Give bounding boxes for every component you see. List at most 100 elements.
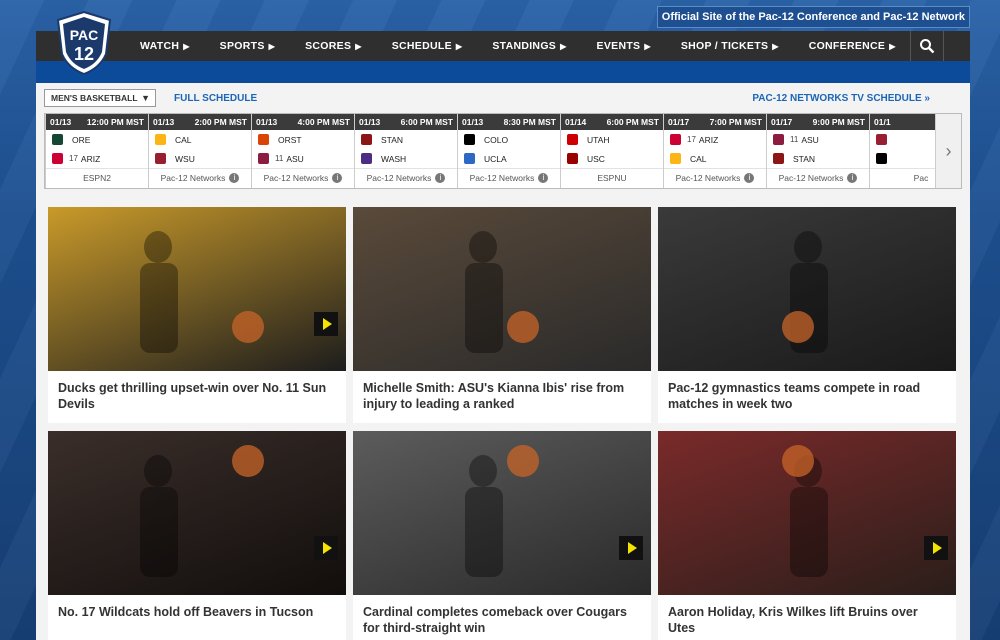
nav-item-sports[interactable]: SPORTS ▶ bbox=[202, 31, 287, 61]
team-row: 17 ARIZ bbox=[46, 149, 148, 168]
team-row: WSU bbox=[149, 149, 251, 168]
news-card-photo[interactable] bbox=[353, 207, 651, 371]
news-card[interactable]: No. 17 Wildcats hold off Beavers in Tucs… bbox=[48, 431, 346, 640]
team-row: ORE bbox=[46, 130, 148, 149]
team-logo-icon bbox=[52, 134, 63, 145]
team-name: CAL bbox=[690, 153, 707, 164]
team-row: UCLA bbox=[458, 149, 560, 168]
team-logo-icon bbox=[464, 134, 475, 145]
play-video-icon[interactable] bbox=[314, 312, 338, 336]
news-card-headline[interactable]: Michelle Smith: ASU's Kianna Ibis' rise … bbox=[353, 371, 651, 423]
play-video-icon[interactable] bbox=[924, 536, 948, 560]
news-card[interactable]: Michelle Smith: ASU's Kianna Ibis' rise … bbox=[353, 207, 651, 423]
news-card-headline[interactable]: Aaron Holiday, Kris Wilkes lift Bruins o… bbox=[658, 595, 956, 640]
news-card[interactable]: Pac-12 gymnastics teams compete in road … bbox=[658, 207, 956, 423]
nav-item-schedule[interactable]: SCHEDULE ▶ bbox=[374, 31, 475, 61]
team-name: WSU bbox=[175, 153, 195, 164]
team-logo-icon bbox=[155, 153, 166, 164]
team-logo-icon bbox=[876, 153, 887, 164]
play-video-icon[interactable] bbox=[619, 536, 643, 560]
news-card[interactable]: Aaron Holiday, Kris Wilkes lift Bruins o… bbox=[658, 431, 956, 640]
caret-right-icon: ▶ bbox=[772, 41, 779, 51]
team-name: USC bbox=[587, 153, 605, 164]
search-button[interactable] bbox=[909, 31, 944, 61]
news-card[interactable]: Ducks get thrilling upset-win over No. 1… bbox=[48, 207, 346, 423]
scoreboard-strip: 01/13 12:00 PM MST ORE 17 ARIZ ESPN2 01/13 2:00… bbox=[44, 113, 962, 189]
nav-item-scores[interactable]: SCORES ▶ bbox=[287, 31, 374, 61]
team-logo-icon bbox=[773, 134, 784, 145]
team-row: CAL bbox=[149, 130, 251, 149]
game-date: 01/13 bbox=[462, 117, 484, 127]
team-row: ORST bbox=[252, 130, 354, 149]
info-icon[interactable]: i bbox=[538, 172, 549, 183]
team-name: STAN bbox=[793, 153, 816, 164]
game-header: 01/13 2:00 PM MST bbox=[149, 114, 251, 130]
photo-silhouette bbox=[782, 231, 828, 353]
game-card[interactable]: 01/13 6:00 PM MST STAN WASH Pac-12 Networks i bbox=[355, 114, 458, 188]
sport-select[interactable]: MEN'S BASKETBALL ▼ bbox=[44, 89, 156, 107]
game-time: 4:00 PM MST bbox=[297, 117, 350, 127]
news-card-photo[interactable] bbox=[658, 431, 956, 595]
team-logo-icon bbox=[670, 134, 681, 145]
game-time: 9:00 PM MST bbox=[812, 117, 865, 127]
game-card[interactable]: 01/17 9:00 PM MST 11 ASU STAN Pac-12 Networks… bbox=[767, 114, 870, 188]
game-time: 2:00 PM MST bbox=[194, 117, 247, 127]
news-card-photo[interactable] bbox=[658, 207, 956, 371]
official-site-link[interactable]: Official Site of the Pac-12 Conference a… bbox=[656, 6, 970, 28]
team-logo-icon bbox=[670, 153, 681, 164]
network-label: Pac-12 Networks bbox=[469, 172, 535, 183]
nav-item-label: EVENTS bbox=[596, 40, 641, 52]
game-card[interactable]: 01/13 8:30 PM MST COLO UCLA Pac-12 Networks i bbox=[458, 114, 561, 188]
nav-item-label: SHOP / TICKETS bbox=[680, 40, 769, 52]
chevron-right-icon[interactable]: › bbox=[935, 114, 961, 188]
nav-item-shop-tickets[interactable]: SHOP / TICKETS ▶ bbox=[663, 31, 791, 61]
broadcast-network: ESPN2 bbox=[46, 168, 148, 186]
game-date: 01/14 bbox=[565, 117, 587, 127]
team-row: COLO bbox=[458, 130, 560, 149]
team-logo-icon bbox=[567, 153, 578, 164]
game-card[interactable]: 01/13 4:00 PM MST ORST 11 ASU Pac-12 Networks… bbox=[252, 114, 355, 188]
network-label: ESPNU bbox=[597, 172, 627, 183]
news-card-photo[interactable] bbox=[353, 431, 651, 595]
play-video-icon[interactable] bbox=[314, 536, 338, 560]
news-card-headline[interactable]: Pac-12 gymnastics teams compete in road … bbox=[658, 371, 956, 423]
game-card[interactable]: 01/17 7:00 PM MST 17 ARIZ CAL Pac-12 Networks… bbox=[664, 114, 767, 188]
info-icon[interactable]: i bbox=[229, 172, 240, 183]
game-card[interactable]: 01/13 12:00 PM MST ORE 17 ARIZ ESPN2 bbox=[46, 114, 149, 188]
team-row: 17 ARIZ bbox=[664, 130, 766, 149]
photo-silhouette bbox=[140, 231, 264, 353]
info-icon[interactable]: i bbox=[435, 172, 446, 183]
game-header: 01/13 12:00 PM MST bbox=[46, 114, 148, 130]
full-schedule-link[interactable]: FULL SCHEDULE bbox=[174, 93, 257, 104]
nav-item-events[interactable]: EVENTS ▶ bbox=[579, 31, 663, 61]
pac12-logo[interactable]: PAC 12 bbox=[56, 10, 112, 76]
info-icon[interactable]: i bbox=[332, 172, 343, 183]
game-date: 01/13 bbox=[256, 117, 278, 127]
scoreboard-header: MEN'S BASKETBALL ▼ FULL SCHEDULE PAC-12 … bbox=[36, 83, 970, 113]
info-icon[interactable]: i bbox=[847, 172, 858, 183]
news-card-headline[interactable]: No. 17 Wildcats hold off Beavers in Tucs… bbox=[48, 595, 346, 640]
network-label: ESPN2 bbox=[83, 172, 111, 183]
nav-item-watch[interactable]: WATCH ▶ bbox=[122, 31, 202, 61]
team-name: ASU bbox=[286, 153, 304, 164]
main-container: WATCH ▶ SPORTS ▶ SCORES ▶ SCHEDULE ▶ STANDINGS ▶ E… bbox=[36, 31, 970, 640]
news-card-photo[interactable] bbox=[48, 431, 346, 595]
news-card-headline[interactable]: Cardinal completes comeback over Cougars… bbox=[353, 595, 651, 640]
nav-item-label: STANDINGS bbox=[492, 40, 557, 52]
game-date: 01/17 bbox=[771, 117, 793, 127]
news-card-headline[interactable]: Ducks get thrilling upset-win over No. 1… bbox=[48, 371, 346, 423]
team-rank: 17 bbox=[687, 135, 696, 144]
info-icon[interactable]: i bbox=[744, 172, 755, 183]
caret-right-icon: ▶ bbox=[268, 41, 276, 51]
game-card[interactable]: 01/14 6:00 PM MST UTAH USC ESPNU bbox=[561, 114, 664, 188]
game-card[interactable]: 01/13 2:00 PM MST CAL WSU Pac-12 Networks i bbox=[149, 114, 252, 188]
tv-schedule-link[interactable]: PAC-12 NETWORKS TV SCHEDULE » bbox=[752, 93, 930, 104]
news-card-photo[interactable] bbox=[48, 207, 346, 371]
news-card[interactable]: Cardinal completes comeback over Cougars… bbox=[353, 431, 651, 640]
broadcast-network: Pac-12 Networks i bbox=[664, 168, 766, 186]
nav-item-standings[interactable]: STANDINGS ▶ bbox=[474, 31, 578, 61]
nav-item-conference[interactable]: CONFERENCE ▶ bbox=[791, 31, 908, 61]
broadcast-network: Pac-12 Networks i bbox=[355, 168, 457, 186]
sport-select-value: MEN'S BASKETBALL bbox=[51, 93, 138, 103]
team-rank: 11 bbox=[275, 154, 284, 163]
